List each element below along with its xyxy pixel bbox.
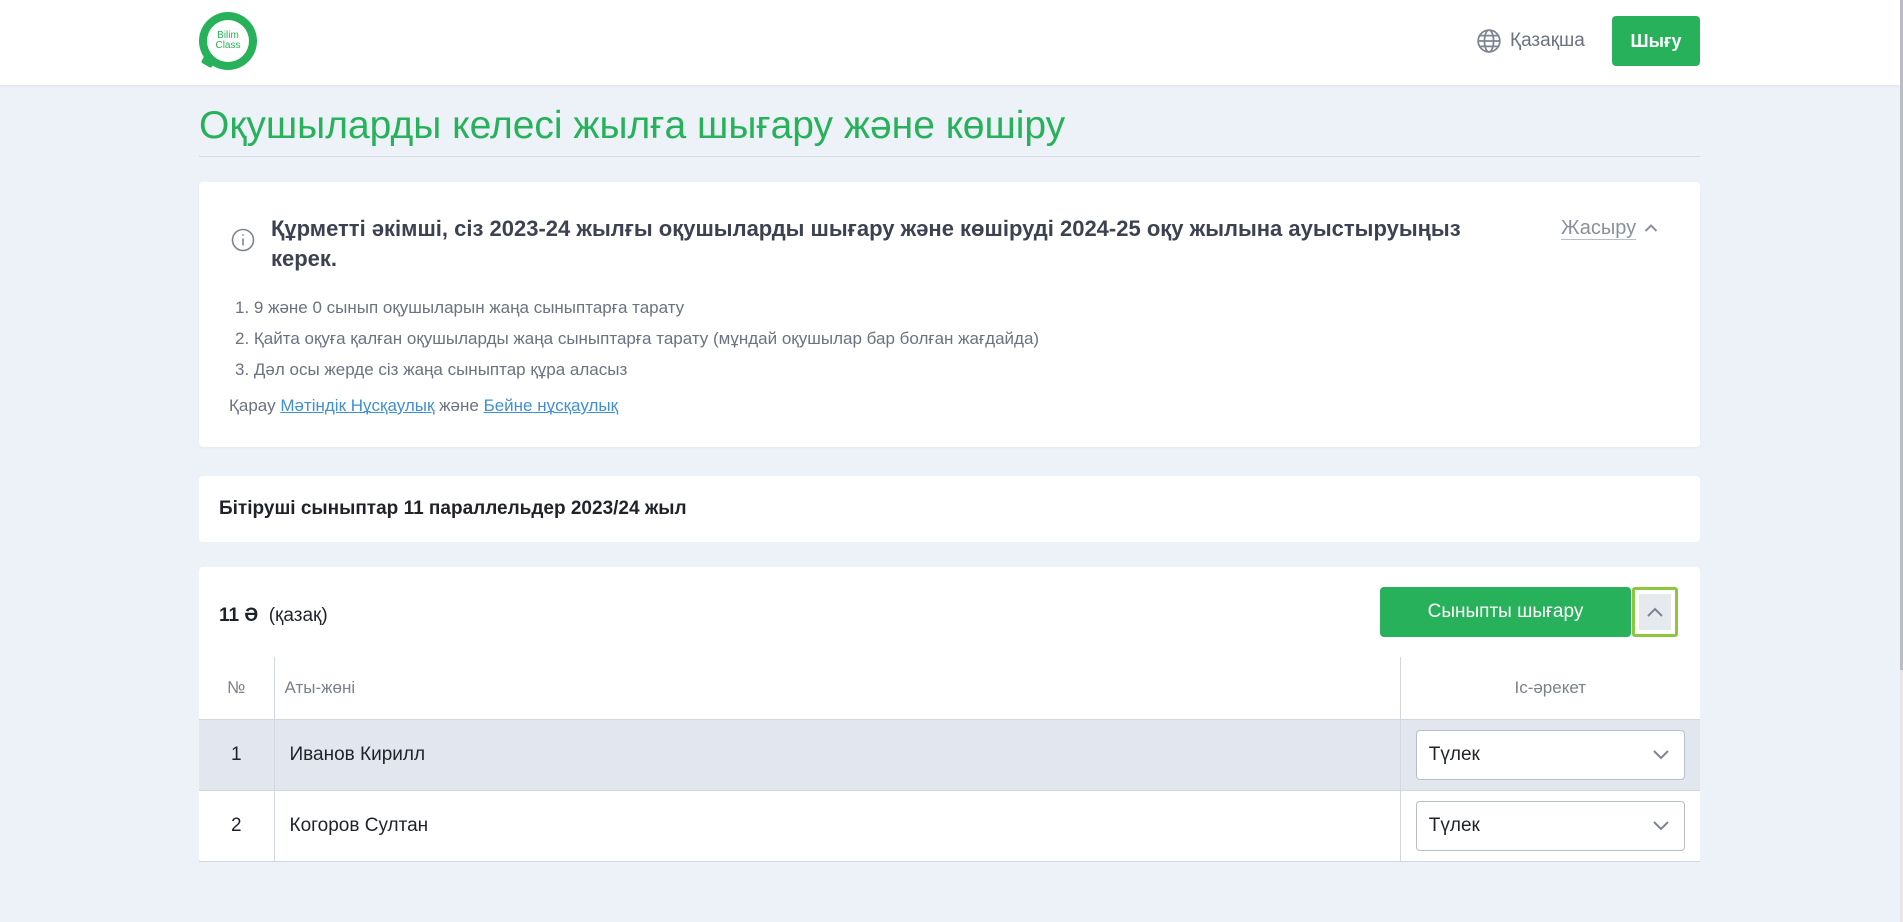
logo-text-line2: Class — [215, 40, 241, 51]
table-row: 2 Когоров Султан Түлек — [199, 790, 1700, 862]
class-name: 11 Ә — [219, 605, 259, 626]
table-header-row: № Аты-жөні Іс-әрекет — [199, 657, 1700, 720]
bilimclass-logo[interactable]: Bilim Class — [199, 12, 257, 70]
students-table: № Аты-жөні Іс-әрекет 1 Иванов Кирилл Түл… — [199, 657, 1700, 862]
and-word: және — [439, 396, 479, 415]
class-panel: 11 Ә (қазақ) Сыныпты шығару № Аты-жөні І… — [199, 567, 1700, 862]
chevron-up-icon — [1647, 607, 1663, 617]
column-header-name: Аты-жөні — [274, 657, 1401, 720]
student-name: Когоров Султан — [274, 790, 1401, 862]
row-number: 1 — [199, 719, 275, 791]
promote-class-button[interactable]: Сыныпты шығару — [1380, 587, 1631, 637]
graduates-section-header: Бітіруші сыныптар 11 параллельдер 2023/2… — [199, 476, 1700, 542]
row-number: 2 — [199, 790, 275, 862]
student-action-select[interactable]: Түлек — [1415, 729, 1685, 780]
chevron-down-icon — [1653, 750, 1669, 760]
guide-links: Қарау Мәтіндік Нұсқаулық және Бейне нұсқ… — [229, 394, 618, 418]
globe-icon — [1477, 29, 1501, 53]
table-row: 1 Иванов Кирилл Түлек — [199, 719, 1700, 791]
page-title: Оқушыларды келесі жылға шығару және көші… — [199, 106, 1700, 157]
info-icon — [231, 228, 255, 252]
class-title: 11 Ә (қазақ) — [219, 602, 328, 630]
logo-inner: Bilim Class — [207, 20, 249, 62]
text-guide-link[interactable]: Мәтіндік Нұсқаулық — [280, 396, 434, 415]
top-bar: Bilim Class Қазақша Шығу — [0, 0, 1900, 85]
column-header-number: № — [199, 657, 275, 720]
info-panel: Құрметті әкімші, сіз 2023-24 жылғы оқушы… — [199, 182, 1700, 447]
info-heading: Құрметті әкімші, сіз 2023-24 жылғы оқушы… — [271, 216, 1461, 271]
selected-action: Түлек — [1428, 743, 1480, 765]
action-cell: Түлек — [1400, 790, 1700, 862]
selected-action: Түлек — [1428, 814, 1480, 836]
exit-button[interactable]: Шығу — [1612, 16, 1700, 66]
graduates-title: Бітіруші сыныптар 11 параллельдер 2023/2… — [219, 498, 687, 519]
chevron-down-icon — [1653, 821, 1669, 831]
hide-label: Жасыру — [1561, 216, 1637, 240]
instruction-step: 1. 9 және 0 сынып оқушыларын жаңа сыныпт… — [235, 298, 685, 317]
action-cell: Түлек — [1400, 719, 1700, 791]
view-prefix: Қарау — [229, 396, 276, 415]
student-name: Иванов Кирилл — [274, 719, 1401, 791]
instruction-steps: 1. 9 және 0 сынып оқушыларын жаңа сыныпт… — [235, 292, 1039, 385]
hide-info-toggle[interactable]: Жасыру — [1561, 214, 1658, 242]
instruction-step: 3. Дәл осы жерде сіз жаңа сыныптар құра … — [235, 360, 628, 379]
student-action-select[interactable]: Түлек — [1415, 800, 1685, 851]
class-language: (қазақ) — [268, 605, 328, 626]
collapse-button-face — [1639, 594, 1671, 630]
instruction-step: 2. Қайта оқуға қалған оқушыларды жаңа сы… — [235, 329, 1040, 348]
video-guide-link[interactable]: Бейне нұсқаулық — [484, 396, 618, 415]
collapse-class-button[interactable] — [1632, 587, 1678, 637]
chevron-up-icon — [1644, 224, 1658, 232]
column-header-action: Іс-әрекет — [1400, 657, 1700, 720]
language-label: Қазақша — [1510, 30, 1585, 51]
language-switcher[interactable]: Қазақша — [1476, 26, 1585, 56]
